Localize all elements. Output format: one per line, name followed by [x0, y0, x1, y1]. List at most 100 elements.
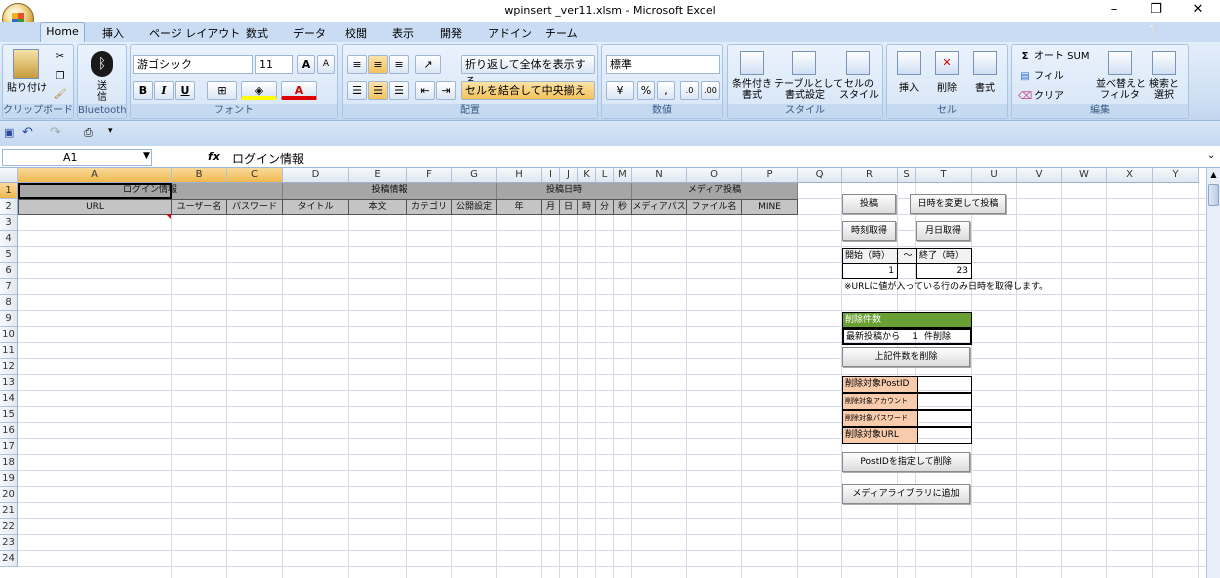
change-date-post-button[interactable]: 日時を変更して投稿 [910, 194, 1006, 214]
get-monthday-button[interactable]: 月日取得 [916, 221, 970, 241]
fill-button[interactable]: フィル [1034, 71, 1074, 82]
group-post-header[interactable]: 投稿情報 [283, 183, 497, 199]
paste-icon[interactable] [13, 49, 39, 79]
merge-center-button[interactable]: セルを結合して中央揃え [461, 81, 595, 100]
header-url[interactable]: URL [18, 199, 172, 215]
wrap-text-button[interactable]: 折り返して全体を表示する [461, 55, 595, 88]
find-select-icon[interactable] [1152, 51, 1176, 75]
row-header[interactable]: 9 [0, 311, 18, 327]
header-month[interactable]: 月 [542, 199, 560, 215]
scroll-up-icon[interactable]: ▲ [1208, 170, 1219, 182]
header-mime[interactable]: MINE [742, 199, 798, 215]
delete-cells-button[interactable]: 削除 [929, 83, 965, 94]
column-header[interactable]: H [497, 168, 542, 183]
row-header[interactable]: 3 [0, 215, 18, 231]
shrink-font-button[interactable]: A [317, 55, 335, 74]
row-header[interactable]: 16 [0, 423, 18, 439]
column-header[interactable]: B [172, 168, 227, 183]
format-cells-icon[interactable] [973, 51, 997, 75]
row-header[interactable]: 24 [0, 551, 18, 567]
row-header[interactable]: 20 [0, 487, 18, 503]
vertical-scrollbar[interactable]: ▲ [1206, 168, 1220, 578]
post-button[interactable]: 投稿 [842, 194, 896, 214]
column-header[interactable]: X [1107, 168, 1153, 183]
header-file-name[interactable]: ファイル名 [687, 199, 742, 215]
font-name-select[interactable]: 游ゴシック [133, 55, 253, 74]
find-select-button[interactable]: 検索と 選択 [1144, 79, 1184, 101]
column-header[interactable]: S [898, 168, 916, 183]
font-size-select[interactable]: 11 [255, 55, 293, 74]
align-left-icon[interactable]: ☰ [347, 81, 367, 100]
column-header[interactable]: N [632, 168, 687, 183]
bluetooth-icon[interactable]: ᛒ [91, 51, 113, 77]
insert-cells-icon[interactable] [897, 51, 921, 75]
column-header[interactable]: K [578, 168, 596, 183]
header-username[interactable]: ユーザー名 [172, 199, 227, 215]
column-header[interactable]: P [742, 168, 798, 183]
delete-count-input[interactable]: 1 [906, 330, 918, 343]
underline-button[interactable]: U [175, 81, 195, 100]
column-header[interactable]: U [972, 168, 1017, 183]
decrease-decimal-icon[interactable]: .00 [701, 81, 720, 100]
help-icon[interactable]: ❔ [1146, 25, 1160, 38]
percent-button[interactable]: % [637, 81, 655, 100]
increase-indent-icon[interactable]: ⇥ [436, 81, 456, 100]
redo-icon[interactable]: ↷ [50, 125, 61, 140]
header-year[interactable]: 年 [497, 199, 542, 215]
end-hour-input[interactable]: 23 [916, 263, 972, 279]
tab-addins[interactable]: アドイン [488, 25, 532, 41]
row-header[interactable]: 8 [0, 295, 18, 311]
name-box-dropdown-icon[interactable]: ▼ [143, 151, 150, 161]
row-header[interactable]: 5 [0, 247, 18, 263]
row-header[interactable]: 12 [0, 359, 18, 375]
clear-button[interactable]: クリア [1034, 91, 1074, 102]
tab-team[interactable]: チーム [545, 25, 578, 41]
save-icon[interactable]: ▣ [4, 126, 14, 139]
customize-qat-icon[interactable]: ▾ [108, 126, 113, 136]
sort-filter-icon[interactable] [1108, 51, 1132, 75]
tab-page-layout[interactable]: ページ レイアウト [149, 25, 240, 41]
header-hour[interactable]: 時 [578, 199, 596, 215]
format-as-table-button[interactable]: テーブルとして 書式設定 [774, 79, 843, 101]
row-header[interactable]: 6 [0, 263, 18, 279]
header-publish[interactable]: 公開設定 [452, 199, 497, 215]
autosum-button[interactable]: オート SUM [1034, 51, 1094, 62]
tab-developer[interactable]: 開発 [440, 25, 462, 41]
column-header[interactable]: R [842, 168, 898, 183]
delete-by-postid-button[interactable]: PostIDを指定して削除 [842, 452, 970, 472]
copy-icon[interactable]: ❐ [53, 71, 67, 82]
column-header[interactable]: M [614, 168, 632, 183]
formula-input[interactable]: ログイン情報 [232, 150, 304, 167]
cell-styles-icon[interactable] [846, 51, 870, 75]
column-header[interactable]: G [452, 168, 497, 183]
get-time-button[interactable]: 時刻取得 [842, 221, 896, 241]
row-header[interactable]: 2 [0, 199, 18, 215]
header-minute[interactable]: 分 [596, 199, 614, 215]
start-hour-input[interactable]: 1 [842, 263, 898, 279]
row-header[interactable]: 10 [0, 327, 18, 343]
tab-formulas[interactable]: 数式 [246, 25, 268, 41]
align-center-icon[interactable]: ☰ [368, 81, 388, 100]
expand-formula-icon[interactable]: ⌄ [1207, 150, 1215, 161]
column-header[interactable]: O [687, 168, 742, 183]
row-header[interactable]: 11 [0, 343, 18, 359]
row-header[interactable]: 4 [0, 231, 18, 247]
delete-url-input[interactable] [917, 427, 972, 444]
orientation-icon[interactable]: ↗ [415, 55, 441, 74]
currency-icon[interactable]: ¥ [606, 81, 634, 100]
increase-decimal-icon[interactable]: .0 [680, 81, 699, 100]
font-color-icon[interactable]: A [281, 81, 317, 100]
header-category[interactable]: カテゴリ [407, 199, 452, 215]
align-middle-icon[interactable]: ≡ [368, 55, 388, 74]
delete-postid-input[interactable] [917, 376, 972, 393]
print-preview-icon[interactable]: ⎙ [84, 126, 93, 140]
cell-styles-button[interactable]: セルの スタイル [836, 79, 882, 101]
tab-home[interactable]: Home [40, 22, 85, 42]
column-header[interactable]: D [283, 168, 349, 183]
header-password[interactable]: パスワード [227, 199, 283, 215]
header-media-path[interactable]: メディアパス [632, 199, 687, 215]
column-header[interactable]: A [18, 168, 172, 183]
select-all-corner[interactable] [0, 168, 18, 183]
column-header[interactable]: T [916, 168, 972, 183]
column-header[interactable]: C [227, 168, 283, 183]
